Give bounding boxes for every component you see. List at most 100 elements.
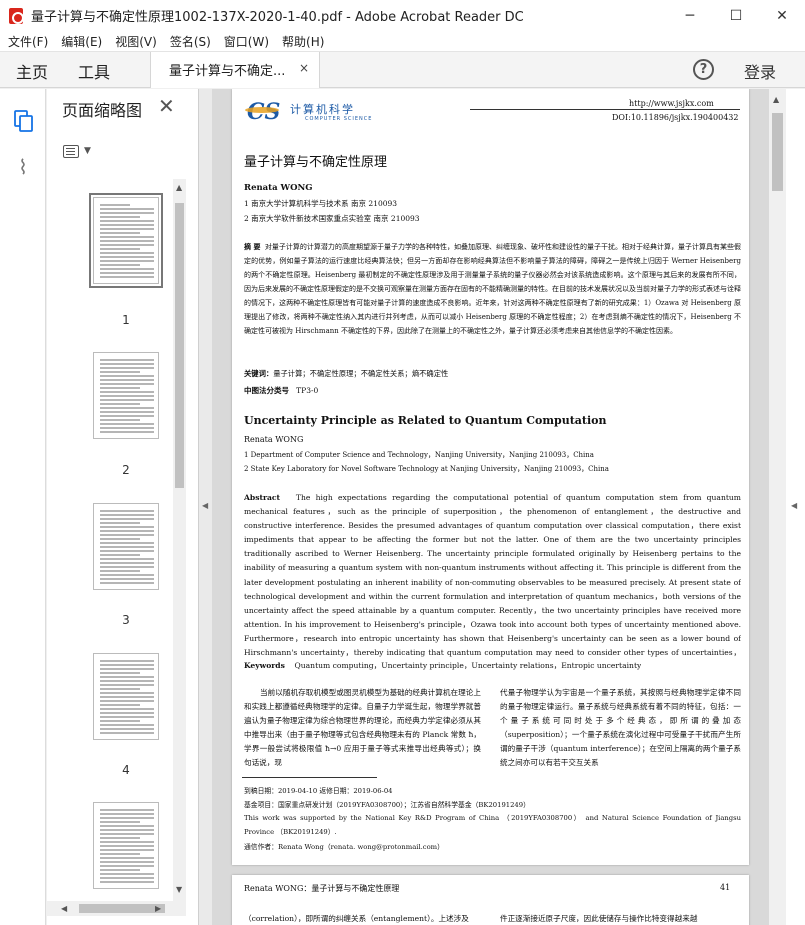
header-rule — [470, 109, 740, 110]
thumbnail-text-line — [100, 212, 154, 214]
close-window-button[interactable]: ✕ — [759, 0, 805, 31]
doi: DOI:10.11896/jsjkx.190400432 — [612, 113, 739, 122]
thumbnail-text-line — [100, 853, 140, 855]
attachment-icon[interactable]: ⌇ — [12, 155, 34, 179]
tab-tools[interactable]: 工具 — [78, 59, 110, 83]
thumbnail-text-line — [100, 542, 154, 544]
thumbnail-text-line — [100, 873, 154, 875]
menu-bar: 文件(F) 编辑(E) 视图(V) 签名(S) 窗口(W) 帮助(H) — [0, 31, 805, 52]
scroll-thumb[interactable] — [175, 203, 184, 488]
affiliation-en-1: 1 Department of Computer Science and Tec… — [244, 451, 594, 459]
right-panel-handle[interactable]: ◀ — [786, 89, 805, 925]
thumbnail-scrollbar[interactable]: ▲ ▼ — [173, 179, 186, 901]
pdf-page-2: Renata WONG：量子计算与不确定性原理 41 （correlation）… — [232, 875, 749, 925]
thumbnail-page-4[interactable] — [93, 653, 159, 740]
close-panel-icon[interactable]: ✕ — [158, 94, 175, 118]
thumbnail-text-line — [100, 514, 154, 516]
thumbnail-text-line — [100, 220, 154, 222]
thumbnail-text-line — [100, 558, 154, 560]
thumbnail-text-line — [100, 861, 154, 863]
thumbnail-page-5[interactable] — [93, 802, 159, 889]
thumbnail-text-line — [100, 849, 154, 851]
thumbnail-text-line — [100, 672, 140, 674]
thumbnail-text-line — [100, 383, 154, 385]
pdf-page-1: CS 计算机科学 COMPUTER SCIENCE http://www.jsj… — [232, 89, 749, 865]
scroll-left-icon[interactable]: ◀ — [61, 904, 67, 913]
abstract-en: Abstract The high expectations regarding… — [244, 491, 741, 659]
thumbnail-text-line — [100, 272, 154, 274]
keywords-en: Keywords Quantum computing，Uncertainty p… — [244, 660, 641, 671]
thumbnail-text-line — [100, 684, 154, 686]
thumbnail-text-line — [100, 676, 154, 678]
thumbnail-text-line — [100, 236, 154, 238]
menu-view[interactable]: 视图(V) — [115, 33, 157, 50]
thumbnail-text-line — [100, 700, 154, 702]
thumbnail-label: 2 — [122, 463, 130, 477]
page-thumbnails-icon[interactable] — [12, 109, 34, 133]
chevron-left-icon: ◀ — [791, 501, 798, 510]
thumbnail-text-line — [100, 688, 140, 690]
thumbnail-list: 1 2 3 4 — [47, 179, 186, 901]
thumbnail-text-line — [100, 550, 154, 552]
menu-edit[interactable]: 编辑(E) — [61, 33, 102, 50]
chevron-down-icon: ▼ — [84, 146, 91, 156]
thumbnail-text-line — [100, 379, 154, 381]
thumbnail-options-button[interactable]: ▼ — [63, 140, 97, 162]
thumbnail-text-line — [100, 817, 154, 819]
thumbnail-text-line — [100, 732, 154, 734]
journal-name-en: COMPUTER SCIENCE — [305, 116, 373, 122]
maximize-button[interactable]: ☐ — [713, 0, 759, 31]
thumbnail-text-line — [100, 720, 140, 722]
menu-file[interactable]: 文件(F) — [8, 33, 48, 50]
affiliation-cn-2: 2 南京大学软件新技术国家重点实验室 南京 210093 — [244, 214, 420, 223]
thumbnail-text-line — [100, 546, 154, 548]
menu-help[interactable]: 帮助(H) — [282, 33, 324, 50]
page-number: 41 — [720, 883, 731, 892]
document-scrollbar[interactable]: ▲ — [769, 89, 786, 925]
thumbnail-page-3[interactable] — [93, 503, 159, 590]
scroll-up-icon[interactable]: ▲ — [773, 95, 779, 104]
thumbnail-text-line — [100, 252, 154, 254]
thumbnail-label: 1 — [122, 313, 130, 327]
help-icon[interactable]: ? — [693, 59, 714, 80]
scroll-down-icon[interactable]: ▼ — [176, 885, 182, 894]
minimize-button[interactable]: ─ — [667, 0, 713, 31]
menu-sign[interactable]: 签名(S) — [170, 33, 211, 50]
scroll-right-icon[interactable]: ▶ — [155, 904, 161, 913]
scroll-up-icon[interactable]: ▲ — [176, 183, 182, 192]
thumbnail-text-line — [100, 660, 154, 662]
thumbnail-page-2[interactable] — [93, 352, 159, 439]
thumbnail-text-line — [100, 821, 140, 823]
fund-en: This work was supported by the National … — [244, 814, 741, 836]
tab-home[interactable]: 主页 — [16, 59, 48, 83]
thumbnail-text-line — [100, 578, 154, 580]
menu-window[interactable]: 窗口(W) — [224, 33, 269, 50]
journal-name-cn: 计算机科学 — [290, 103, 355, 116]
thumbnail-text-line — [100, 712, 154, 714]
collapse-panel-handle[interactable]: ◀ — [199, 89, 212, 925]
page2-text-left: （correlation），即所谓的纠缠关系（entanglement）。上述涉… — [244, 914, 469, 923]
thumbnail-panel: 页面缩略图 ✕ ▼ 1 2 3 4 ▲ ▼ ◀ ▶ — [47, 89, 199, 925]
page2-text-right: 件正逐渐接近原子尺度，因此使储存与操作比特变得越来越 — [500, 914, 698, 923]
tab-document[interactable]: 量子计算与不确定... × — [150, 52, 320, 88]
thumbnail-text-line — [100, 359, 154, 361]
hscroll-thumb[interactable] — [79, 904, 165, 913]
thumbnail-text-line — [100, 869, 140, 871]
thumbnail-page-1[interactable] — [89, 193, 163, 288]
abstract-cn: 摘 要 对量子计算的计算潜力的高度期望源于量子力学的各种特性，如叠加原理、纠缠现… — [244, 240, 741, 366]
thumbnail-hscrollbar[interactable]: ◀ ▶ — [47, 901, 186, 916]
affiliation-en-2: 2 State Key Laboratory for Novel Softwar… — [244, 465, 609, 473]
thumbnail-text-line — [100, 582, 154, 584]
thumbnail-text-line — [100, 423, 154, 425]
login-button[interactable]: 登录 — [744, 59, 776, 83]
thumbnail-text-line — [100, 375, 154, 377]
document-viewer[interactable]: CS 计算机科学 COMPUTER SCIENCE http://www.jsj… — [212, 89, 769, 925]
thumbnail-text-line — [100, 570, 140, 572]
abstract-cn-text: 对量子计算的计算潜力的高度期望源于量子力学的各种特性，如叠加原理、纠缠现象、破坏… — [244, 243, 741, 335]
document-scroll-thumb[interactable] — [772, 113, 783, 191]
thumbnail-text-line — [100, 857, 154, 859]
thumbnail-text-line — [100, 216, 140, 218]
close-tab-icon[interactable]: × — [299, 61, 309, 75]
thumbnail-text-line — [100, 240, 154, 242]
body-text-right: 代量子物理学认为宇宙是一个量子系统，其按照与经典物理学定律不同的量子物理定律运行… — [500, 688, 741, 767]
